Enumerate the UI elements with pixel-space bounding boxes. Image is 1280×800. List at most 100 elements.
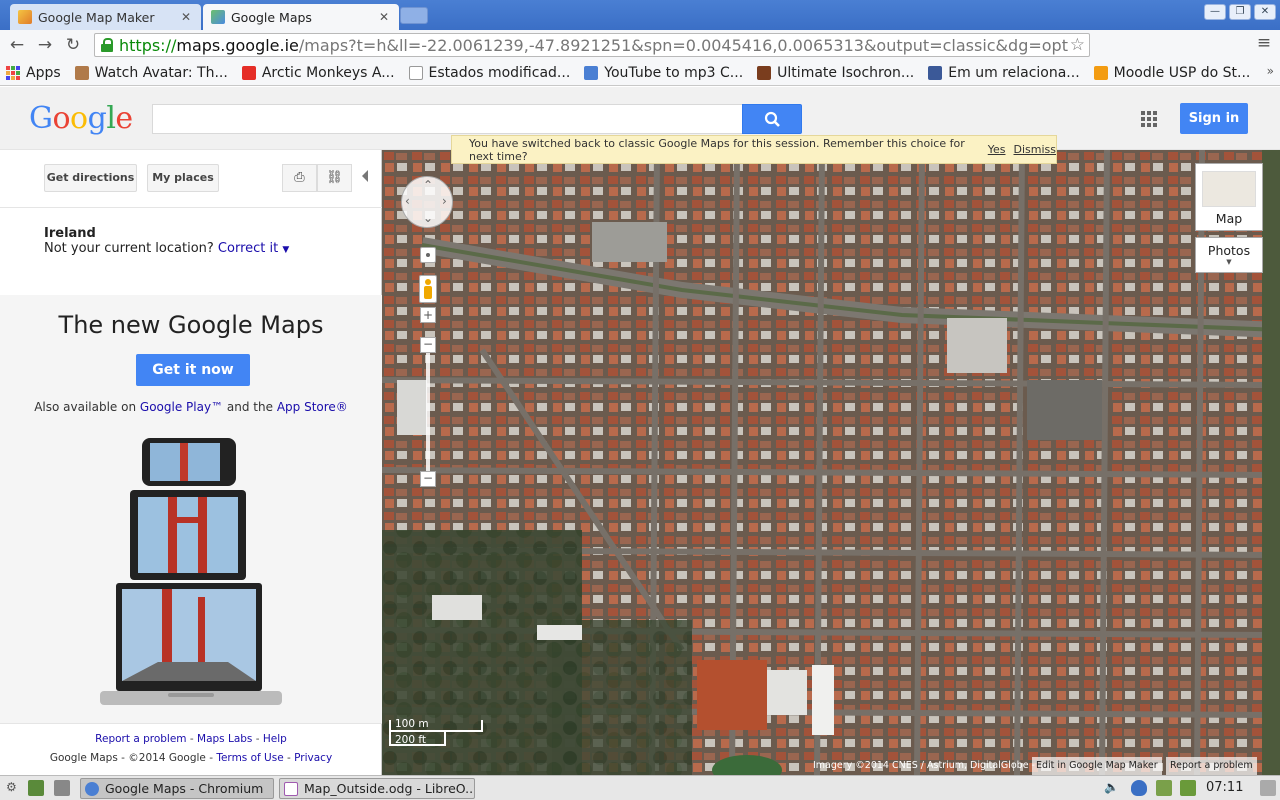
location-question: Not your current location?: [44, 241, 214, 256]
map-type-map-button[interactable]: Map: [1195, 163, 1263, 231]
bookmark-label: Ultimate Isochron...: [777, 64, 915, 81]
promo-title: The new Google Maps: [58, 311, 324, 339]
bookmark-item[interactable]: Ultimate Isochron...: [757, 65, 914, 81]
task-chromium[interactable]: Google Maps - Chromium: [80, 778, 274, 799]
browser-tabstrip: Google Map Maker ✕ Google Maps ✕ — ❐ ✕: [0, 0, 1280, 30]
settings-gear-icon[interactable]: ⚙: [6, 780, 22, 796]
bookmark-item[interactable]: Arctic Monkeys A...: [241, 64, 395, 81]
search-button[interactable]: [742, 104, 802, 134]
search-input[interactable]: [152, 104, 743, 134]
shield-icon[interactable]: [1131, 780, 1147, 796]
google-maps-icon: [211, 10, 225, 24]
pegman-icon[interactable]: [419, 275, 437, 303]
pan-control[interactable]: ⌃ ⌄ ‹ ›: [401, 176, 453, 228]
bookmark-apps[interactable]: Apps: [6, 65, 61, 81]
satellite-imagery: [382, 150, 1280, 775]
network-icon[interactable]: [1156, 780, 1172, 796]
taskbar: ⚙ Google Maps - Chromium Map_Outside.odg…: [0, 775, 1280, 800]
notice-dismiss-link[interactable]: Dismiss: [1014, 143, 1057, 156]
my-places-button[interactable]: My places: [147, 164, 219, 192]
close-window-button[interactable]: ✕: [1254, 4, 1276, 20]
location-title: Ireland: [44, 226, 96, 241]
url-host: maps.google.ie: [176, 35, 299, 55]
bookmark-item[interactable]: Moodle USP do St...: [1093, 65, 1250, 81]
task-label: Map_Outside.odg - LibreO...: [304, 781, 475, 796]
zoom-in-button[interactable]: +: [420, 307, 436, 323]
pan-left-icon[interactable]: ‹: [405, 194, 410, 208]
privacy-link[interactable]: Privacy: [294, 752, 332, 764]
maximize-button[interactable]: ❐: [1229, 4, 1251, 20]
forward-icon[interactable]: →: [31, 35, 59, 55]
bookmark-label: Arctic Monkeys A...: [261, 64, 395, 81]
report-problem-map-link[interactable]: Report a problem: [1166, 757, 1257, 775]
scale-feet: 200 ft: [395, 734, 427, 746]
address-bar[interactable]: https:// maps.google.ie /maps?t=h&ll=-22…: [94, 33, 1090, 57]
menu-icon[interactable]: ≡: [1250, 33, 1278, 53]
youtube-icon: [241, 65, 256, 80]
photos-label: Photos: [1207, 243, 1251, 258]
tab-title: Google Maps: [231, 9, 312, 25]
tab-google-map-maker[interactable]: Google Map Maker ✕: [10, 4, 201, 30]
tab-google-maps[interactable]: Google Maps ✕: [203, 4, 399, 30]
bookmark-item[interactable]: YouTube to mp3 C...: [584, 65, 743, 81]
chevron-down-icon[interactable]: ▼: [282, 245, 289, 255]
mp3-site-icon: [584, 65, 599, 80]
close-icon[interactable]: ✕: [377, 10, 391, 24]
clock: 07:11: [1206, 780, 1244, 795]
battery-icon[interactable]: [1180, 780, 1196, 796]
help-link[interactable]: Help: [263, 733, 287, 745]
zoom-out-button[interactable]: −: [420, 471, 436, 487]
availability-text: Also available on Google Play™ and the A…: [34, 400, 348, 414]
bookmark-item[interactable]: Estados modificad...: [408, 65, 570, 81]
bookmark-item[interactable]: Watch Avatar: Th...: [74, 65, 228, 81]
minimize-button[interactable]: —: [1204, 4, 1226, 20]
correct-it-link[interactable]: Correct it: [218, 241, 278, 256]
divider: [0, 723, 382, 724]
app-store-link[interactable]: App Store®: [277, 400, 348, 414]
terms-link[interactable]: Terms of Use: [216, 752, 283, 764]
pan-right-icon[interactable]: ›: [442, 194, 447, 208]
task-label: Google Maps - Chromium: [105, 781, 264, 796]
bookmark-star-icon[interactable]: ☆: [1070, 35, 1085, 55]
zoom-control: + − −: [418, 247, 437, 491]
pan-up-icon[interactable]: ⌃: [423, 178, 433, 192]
sign-in-button[interactable]: Sign in: [1180, 103, 1248, 134]
zoom-track[interactable]: [426, 353, 430, 471]
satellite-map[interactable]: ⌃ ⌄ ‹ › + − − Map Photos ▼ 100 m 200 ft: [382, 150, 1280, 775]
get-directions-button[interactable]: Get directions: [44, 164, 137, 192]
collapse-panel-icon[interactable]: [362, 170, 368, 182]
edit-in-map-maker-link[interactable]: Edit in Google Map Maker: [1032, 757, 1162, 775]
isochron-site-icon: [757, 65, 772, 80]
notice-yes-link[interactable]: Yes: [988, 143, 1006, 156]
google-play-link[interactable]: Google Play™: [140, 400, 223, 414]
get-it-now-button[interactable]: Get it now: [136, 354, 250, 386]
zoom-handle[interactable]: −: [420, 337, 436, 353]
notification-icon[interactable]: [1260, 780, 1276, 796]
document-icon: [408, 65, 423, 80]
map-thumbnail: [1202, 171, 1256, 207]
more-bookmarks-icon[interactable]: »: [1267, 64, 1274, 78]
google-apps-icon[interactable]: [1141, 111, 1157, 127]
notice-text: You have switched back to classic Google…: [469, 136, 965, 163]
bookmark-label: Em um relaciona...: [948, 64, 1080, 81]
back-icon[interactable]: ←: [3, 35, 31, 55]
window-switcher-icon[interactable]: [54, 780, 70, 796]
link-icon[interactable]: ⛓: [317, 164, 352, 192]
report-problem-link[interactable]: Report a problem: [95, 733, 186, 745]
new-tab-button[interactable]: [400, 7, 428, 24]
map-scale: 100 m 200 ft: [389, 718, 483, 750]
bookmark-item[interactable]: Em um relaciona...: [928, 64, 1080, 81]
maps-labs-link[interactable]: Maps Labs: [197, 733, 252, 745]
google-logo[interactable]: Google: [29, 101, 133, 136]
close-icon[interactable]: ✕: [179, 10, 193, 24]
show-desktop-icon[interactable]: [28, 780, 44, 796]
footer-legal: Google Maps - ©2014 Google - Terms of Us…: [49, 752, 333, 764]
task-libreoffice[interactable]: Map_Outside.odg - LibreO...: [279, 778, 475, 799]
print-icon[interactable]: ⎙: [282, 164, 317, 192]
volume-icon[interactable]: 🔈: [1104, 780, 1120, 796]
url-path: /maps?t=h&ll=-22.0061239,-47.8921251&spn…: [298, 35, 1068, 55]
pan-down-icon[interactable]: ⌄: [423, 211, 433, 225]
map-type-photos-button[interactable]: Photos ▼: [1195, 237, 1263, 273]
reload-icon[interactable]: ↻: [59, 35, 87, 55]
locate-icon[interactable]: [420, 247, 436, 263]
